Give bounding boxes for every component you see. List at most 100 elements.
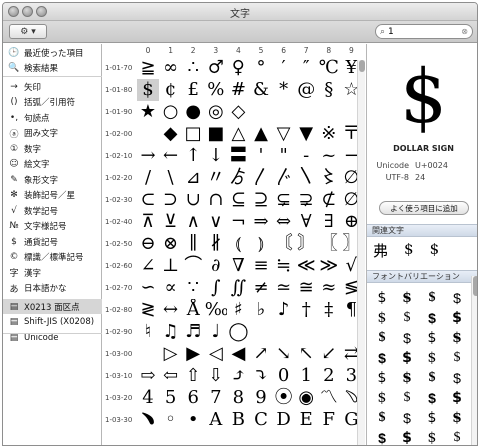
character-cell[interactable]: 〵 bbox=[295, 167, 317, 189]
character-cell[interactable]: ¬ bbox=[227, 211, 249, 233]
character-cell[interactable]: ◉ bbox=[295, 387, 317, 409]
character-cell[interactable]: ⦿ bbox=[273, 387, 295, 409]
sidebar-item[interactable]: ① 数字 bbox=[3, 141, 102, 156]
character-cell[interactable]: 2 bbox=[318, 365, 340, 387]
character-cell[interactable]: 6 bbox=[182, 387, 204, 409]
character-cell[interactable]: † bbox=[295, 299, 317, 321]
font-variation-cell[interactable]: $ bbox=[446, 328, 468, 348]
character-cell[interactable]: ⌒ bbox=[182, 255, 204, 277]
character-cell[interactable]: ⊥ bbox=[160, 255, 182, 277]
sidebar-item[interactable]: ✎ 象形文字 bbox=[3, 172, 102, 187]
related-character[interactable]: $ bbox=[430, 240, 440, 261]
character-cell[interactable]: ⊻ bbox=[160, 211, 182, 233]
character-cell[interactable]: ∬ bbox=[227, 277, 249, 299]
character-cell[interactable]: ◀ bbox=[227, 343, 249, 365]
font-variation-cell[interactable]: $ bbox=[421, 288, 443, 308]
character-cell[interactable]: ¢ bbox=[160, 79, 182, 101]
font-variations-header[interactable]: フォントバリエーション bbox=[367, 270, 477, 283]
character-cell[interactable]: ♮ bbox=[137, 321, 159, 343]
character-cell[interactable]: ∠ bbox=[137, 255, 159, 277]
font-variation-cell[interactable]: $ bbox=[371, 428, 393, 445]
character-cell[interactable]: E bbox=[295, 409, 317, 431]
character-cell[interactable]: ↘ bbox=[273, 343, 295, 365]
font-variation-cell[interactable]: $ bbox=[421, 348, 443, 368]
character-cell[interactable]: • bbox=[182, 409, 204, 431]
character-cell[interactable]: ≠ bbox=[250, 277, 272, 299]
character-cell[interactable]: → bbox=[137, 145, 159, 167]
font-variation-cell[interactable]: $ bbox=[371, 348, 393, 368]
character-cell[interactable]: ∫ bbox=[205, 277, 227, 299]
character-cell[interactable]: 〽 bbox=[318, 387, 340, 409]
character-cell[interactable]: ⇩ bbox=[205, 365, 227, 387]
character-cell[interactable]: C bbox=[250, 409, 272, 431]
character-cell[interactable]: ⤴ bbox=[227, 365, 249, 387]
character-cell[interactable]: ◯ bbox=[227, 321, 249, 343]
character-cell[interactable] bbox=[295, 101, 317, 123]
sidebar-item[interactable]: $ 通貨記号 bbox=[3, 234, 102, 249]
character-cell[interactable]: 7 bbox=[205, 387, 227, 409]
sidebar-item[interactable]: ▤ X0213 面区点 bbox=[3, 299, 102, 314]
character-cell[interactable]: ♀ bbox=[227, 57, 249, 79]
font-variation-cell[interactable]: $ bbox=[396, 408, 418, 428]
sidebar-item[interactable]: 🕒 最近使った項目 bbox=[3, 45, 102, 60]
character-cell[interactable]: / bbox=[137, 167, 159, 189]
character-cell[interactable]: ≷ bbox=[137, 299, 159, 321]
character-cell[interactable]: ◁ bbox=[205, 343, 227, 365]
sidebar-item[interactable]: ☺ 絵文字 bbox=[3, 157, 102, 172]
character-cell[interactable]: ∇ bbox=[227, 255, 249, 277]
character-cell[interactable]: ≫ bbox=[318, 255, 340, 277]
font-variation-cell[interactable]: $ bbox=[446, 368, 468, 388]
clear-search-icon[interactable]: ⊗ bbox=[461, 27, 468, 36]
character-cell[interactable]: 9 bbox=[250, 387, 272, 409]
character-cell[interactable]: ∀ bbox=[295, 211, 317, 233]
character-cell[interactable]: ⊂ bbox=[137, 189, 159, 211]
character-cell[interactable]: ◦ bbox=[160, 409, 182, 431]
character-cell[interactable]: 4 bbox=[137, 387, 159, 409]
character-cell[interactable]: % bbox=[205, 79, 227, 101]
character-cell[interactable]: 〖 bbox=[318, 233, 340, 255]
font-variation-cell[interactable]: $ bbox=[396, 328, 418, 348]
character-cell[interactable]: ♭ bbox=[250, 299, 272, 321]
font-variation-cell[interactable]: $ bbox=[446, 348, 468, 368]
character-cell[interactable]: ↗ bbox=[250, 343, 272, 365]
font-variation-cell[interactable]: $ bbox=[396, 288, 418, 308]
character-cell[interactable]: ↑ bbox=[182, 145, 204, 167]
character-cell[interactable] bbox=[273, 321, 295, 343]
character-cell[interactable]: § bbox=[318, 79, 340, 101]
grid-scroll-thumb[interactable] bbox=[359, 60, 365, 72]
character-cell[interactable]: ⊊ bbox=[273, 189, 295, 211]
font-variation-cell[interactable]: $ bbox=[446, 388, 468, 408]
character-cell[interactable]: ⊋ bbox=[295, 189, 317, 211]
font-variation-cell[interactable]: $ bbox=[396, 348, 418, 368]
font-variation-cell[interactable]: $ bbox=[446, 288, 468, 308]
character-cell[interactable]: ∪ bbox=[182, 189, 204, 211]
font-variation-cell[interactable]: $ bbox=[371, 308, 393, 328]
character-cell[interactable]: ~ bbox=[318, 145, 340, 167]
character-cell[interactable]: $ bbox=[137, 79, 159, 101]
character-cell[interactable]: ● bbox=[182, 101, 204, 123]
character-cell[interactable]: 〻 bbox=[318, 167, 340, 189]
character-cell[interactable]: ∂ bbox=[205, 255, 227, 277]
character-cell[interactable]: ↙ bbox=[318, 343, 340, 365]
character-cell[interactable]: ∽ bbox=[137, 277, 159, 299]
character-cell[interactable]: ∝ bbox=[160, 277, 182, 299]
character-cell[interactable]: △ bbox=[227, 123, 249, 145]
related-character[interactable]: 弗 bbox=[373, 240, 388, 261]
character-cell[interactable]: ▽ bbox=[273, 123, 295, 145]
related-characters-header[interactable]: 関連文字 bbox=[367, 224, 477, 237]
character-cell[interactable]: ⦅ bbox=[227, 233, 249, 255]
character-cell[interactable] bbox=[137, 343, 159, 365]
character-cell[interactable]: ▷ bbox=[160, 343, 182, 365]
sidebar-item[interactable]: √ 数学記号 bbox=[3, 203, 102, 218]
character-cell[interactable]: ⊼ bbox=[137, 211, 159, 233]
character-cell[interactable]: 8 bbox=[227, 387, 249, 409]
character-cell[interactable]: ⇔ bbox=[273, 211, 295, 233]
character-cell[interactable]: ※ bbox=[318, 123, 340, 145]
character-cell[interactable]: & bbox=[250, 79, 272, 101]
sidebar-item[interactable]: () 括弧／引用符 bbox=[3, 95, 102, 110]
character-cell[interactable]: ∥ bbox=[182, 233, 204, 255]
character-cell[interactable] bbox=[250, 101, 272, 123]
character-cell[interactable]: ♩ bbox=[205, 321, 227, 343]
character-cell[interactable]: ↖ bbox=[295, 343, 317, 365]
character-cell[interactable] bbox=[318, 321, 340, 343]
